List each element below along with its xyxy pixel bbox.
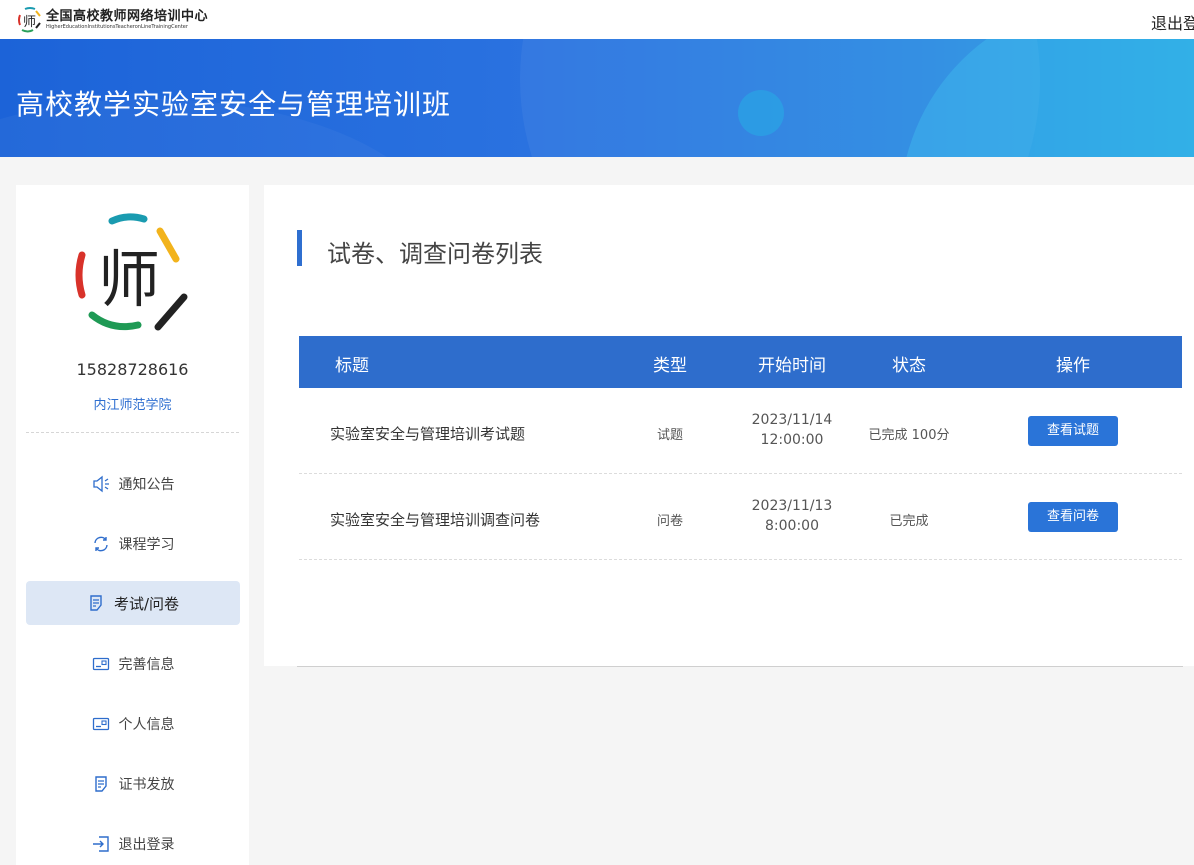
sidebar-item-complete-info[interactable]: 完善信息 [26, 642, 240, 686]
main-panel: 试卷、调查问卷列表 标题 类型 开始时间 状态 操作 实验室安全与管理培训考试题… [264, 185, 1194, 666]
section-marker [297, 230, 302, 266]
speaker-icon [92, 475, 109, 493]
user-phone: 15828728616 [76, 360, 189, 379]
id-card-icon [92, 657, 109, 671]
user-school[interactable]: 内江师范学院 [16, 394, 249, 413]
svg-text:师: 师 [23, 15, 36, 30]
sidebar-item-label: 课程学习 [118, 537, 175, 553]
sidebar-item-logout[interactable]: 退出登录 [26, 822, 240, 865]
row-title: 实验室安全与管理培训调查问卷 [330, 511, 541, 529]
id-card-icon [92, 717, 109, 731]
document-icon [94, 776, 107, 792]
logo-subtitle: HigherEducationInstitutionsTeacheronLine… [46, 24, 188, 30]
row-start-clock: 8:00:00 [765, 518, 819, 534]
row-start-clock: 12:00:00 [760, 432, 824, 448]
refresh-icon [93, 536, 108, 552]
logout-icon [92, 836, 109, 852]
sidebar-item-label: 完善信息 [118, 657, 175, 673]
row-start-time: 2023/11/14 12:00:00 [732, 410, 852, 450]
sidebar-item-label: 考试/问卷 [113, 594, 180, 613]
sidebar-item-profile[interactable]: 个人信息 [26, 702, 240, 746]
avatar: 师 [75, 213, 188, 331]
logo-icon: 师 [18, 7, 41, 33]
sidebar-item-exams[interactable]: 考试/问卷 [26, 581, 240, 625]
column-header-status: 状态 [892, 356, 926, 376]
table-header: 标题 类型 开始时间 状态 操作 [299, 336, 1182, 388]
sidebar-item-courses[interactable]: 课程学习 [26, 522, 240, 566]
logo-title: 全国高校教师网络培训中心 [46, 9, 209, 24]
top-bar: 师 全国高校教师网络培训中心 HigherEducationInstitutio… [0, 0, 1194, 39]
sidebar-item-label: 退出登录 [118, 837, 175, 853]
site-logo[interactable]: 师 全国高校教师网络培训中心 HigherEducationInstitutio… [16, 6, 208, 34]
column-header-title: 标题 [335, 356, 369, 376]
page-title: 试卷、调查问卷列表 [327, 240, 543, 268]
sidebar-item-certificates[interactable]: 证书发放 [26, 762, 240, 806]
sidebar-item-label: 证书发放 [118, 777, 175, 793]
course-banner: 高校教学实验室安全与管理培训班 [0, 39, 1194, 157]
table-row: 实验室安全与管理培训调查问卷 问卷 2023/11/13 8:00:00 已完成… [299, 474, 1182, 560]
table-row: 实验室安全与管理培训考试题 试题 2023/11/14 12:00:00 已完成… [299, 388, 1182, 474]
logout-link[interactable]: 退出登 [1151, 10, 1194, 34]
row-start-date: 2023/11/13 [751, 498, 833, 514]
row-start-time: 2023/11/13 8:00:00 [732, 496, 852, 536]
panel-bottom-divider [297, 666, 1183, 667]
row-status: 已完成 100分 [868, 428, 950, 443]
row-start-date: 2023/11/14 [751, 412, 833, 428]
view-exam-button[interactable]: 查看试题 [1028, 416, 1118, 446]
document-icon [90, 595, 102, 611]
sidebar-item-label: 个人信息 [118, 717, 175, 733]
row-type: 试题 [656, 428, 683, 443]
row-type: 问卷 [656, 514, 683, 529]
row-title: 实验室安全与管理培训考试题 [330, 425, 526, 443]
column-header-action: 操作 [1056, 356, 1090, 376]
sidebar: 师 15828728616 内江师范学院 通知公告 课程学习 考试/问卷 完善信… [16, 185, 249, 865]
sidebar-item-label: 通知公告 [118, 477, 175, 493]
view-survey-button[interactable]: 查看问卷 [1028, 502, 1118, 532]
row-status: 已完成 [889, 514, 929, 529]
sidebar-item-notices[interactable]: 通知公告 [26, 462, 240, 506]
divider [26, 432, 239, 433]
column-header-type: 类型 [653, 356, 687, 376]
column-header-start-time: 开始时间 [758, 356, 826, 376]
course-title: 高校教学实验室安全与管理培训班 [16, 88, 452, 121]
svg-text:师: 师 [98, 243, 160, 316]
